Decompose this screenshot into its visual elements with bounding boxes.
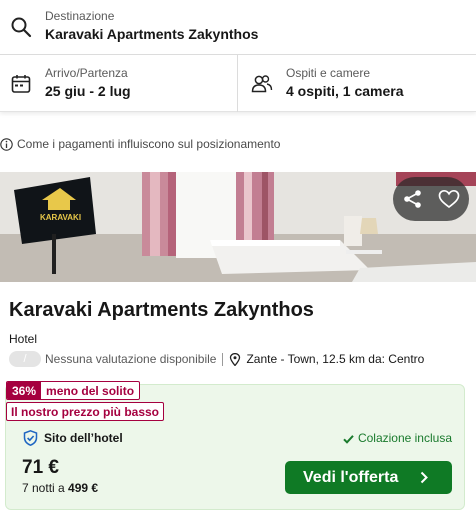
chevron-right-icon [420,471,428,484]
photo-actions [393,177,469,221]
view-deal-button[interactable]: Vedi l'offerta [285,461,452,494]
best-price-badge: Il nostro prezzo più basso [6,402,165,421]
discount-text: meno del solito [46,384,135,398]
destination-field[interactable]: Destinazione Karavaki Apartments Zakynth… [0,0,476,55]
total-price-line: 7 notti a 499 € [22,481,98,495]
discount-badge: 36% meno del solito [6,381,141,400]
share-icon [404,190,421,208]
heart-icon [438,189,460,209]
hotel-type: Hotel [9,332,38,346]
search-icon [10,16,32,38]
dates-field[interactable]: Arrivo/Partenza 25 giu - 2 lug [0,55,238,112]
tv-logo-text: KARAVAKI [40,213,81,222]
total-price: 499 € [68,481,99,495]
check-icon [343,433,354,444]
hotel-name[interactable]: Karavaki Apartments Zakynthos [9,299,314,322]
rating-location-row: / Nessuna valutazione disponibile Zante … [9,351,424,367]
shield-check-icon [23,430,38,447]
discount-percent: 36% [7,382,42,399]
destination-label: Destinazione [45,9,115,23]
ranking-info-text: Come i pagamenti influiscono sul posizio… [17,137,281,151]
calendar-icon [11,74,31,94]
guests-field[interactable]: Ospiti e camere 4 ospiti, 1 camera [238,55,476,112]
guests-label: Ospiti e camere [286,66,371,80]
dates-value: 25 giu - 2 lug [45,83,131,99]
view-deal-label: Vedi l'offerta [303,469,399,486]
ranking-info-link[interactable]: Come i pagamenti influiscono sul posizio… [0,136,280,152]
map-pin-icon [229,352,241,367]
breakfast-text: Colazione inclusa [357,431,452,445]
dates-label: Arrivo/Partenza [45,66,128,80]
breakfast-info: Colazione inclusa [343,431,452,445]
favorite-button[interactable] [437,187,461,211]
share-button[interactable] [401,187,425,211]
provider-row: Sito dell’hotel [23,430,123,447]
provider-name: Sito dell’hotel [44,431,123,445]
search-form: Destinazione Karavaki Apartments Zakynth… [0,0,476,112]
location-text[interactable]: Zante - Town, 12.5 km da: Centro [246,352,424,366]
destination-value: Karavaki Apartments Zakynthos [45,26,259,42]
guests-value: 4 ospiti, 1 camera [286,83,404,99]
nightly-price: 71 € [22,457,59,478]
rating-text: Nessuna valutazione disponibile [45,352,217,366]
divider [222,352,224,366]
info-icon [0,137,13,151]
rating-badge: / [9,351,41,367]
people-icon [251,74,273,94]
nights-label: 7 notti a [22,481,65,495]
